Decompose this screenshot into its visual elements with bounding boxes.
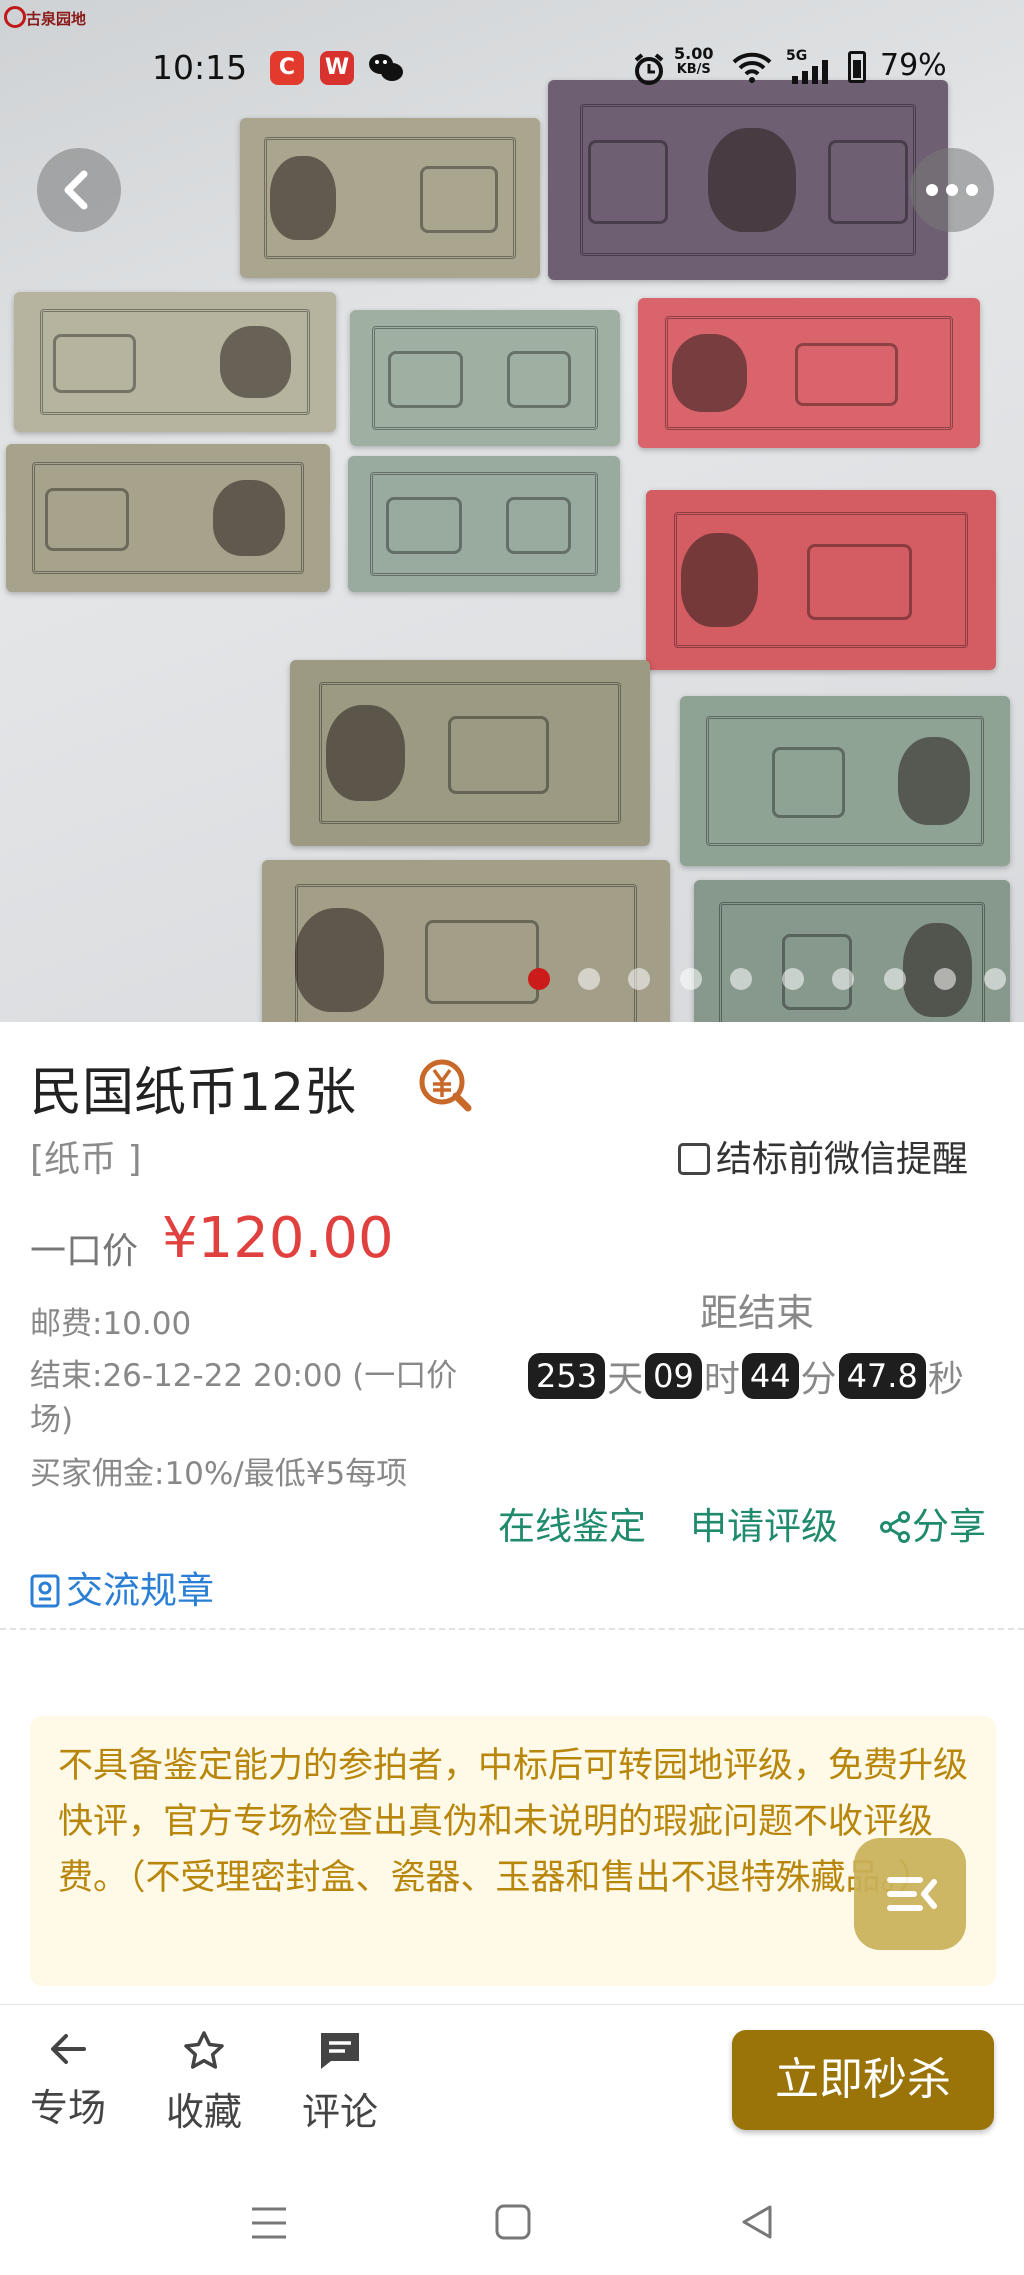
banknote-image (638, 298, 980, 448)
gallery-pagination (528, 968, 1008, 992)
notice-text: 不具备鉴定能力的参拍者，中标后可转园地评级，免费升级快评，官方专场检查出真伪和未… (58, 1746, 969, 1898)
shipping-fee: 邮费:10.00 (30, 1306, 192, 1342)
buyer-commission: 买家佣金:10%/最低¥5每项 (30, 1456, 408, 1492)
floating-menu-button[interactable] (854, 1838, 966, 1950)
status-time: 10:15 (152, 48, 248, 87)
battery-percent: 79% (880, 48, 947, 83)
share-icon (880, 1511, 910, 1543)
alarm-icon (632, 52, 666, 90)
more-button[interactable] (910, 148, 994, 232)
appraisal-search-icon[interactable] (418, 1058, 472, 1112)
comment-icon (321, 2033, 359, 2069)
network-speed: 5.00 KB/S (674, 46, 713, 78)
banknote-image (680, 696, 1010, 866)
more-dots-icon (926, 184, 978, 196)
item-category: [纸币 ] (30, 1139, 142, 1180)
pagination-dot[interactable] (578, 968, 600, 990)
checkbox-icon[interactable] (678, 1143, 710, 1175)
rules-label: 交流规章 (66, 1569, 214, 1612)
pagination-dot[interactable] (934, 968, 956, 990)
star-icon (184, 2031, 224, 2069)
menu-icon[interactable] (250, 2205, 288, 2241)
app-logo: 古泉园地 (4, 4, 100, 30)
pagination-dot[interactable] (832, 968, 854, 990)
hours-unit: 时 (703, 1359, 740, 1400)
online-appraisal-link[interactable]: 在线鉴定 (498, 1496, 646, 1550)
pagination-dot[interactable] (680, 968, 702, 990)
product-image-gallery[interactable] (0, 0, 1024, 1022)
pagination-dot[interactable] (782, 968, 804, 990)
banknote-image (240, 118, 540, 278)
favorite-label: 收藏 (165, 2090, 242, 2134)
share-button[interactable]: 分享 (878, 1496, 986, 1550)
pagination-dot[interactable] (628, 968, 650, 990)
banknote-image (350, 310, 620, 446)
countdown-seconds: 47.8 (838, 1353, 926, 1399)
banknote-image (290, 660, 650, 846)
back-nav-icon[interactable] (738, 2203, 776, 2241)
comment-label: 评论 (301, 2090, 378, 2134)
days-unit: 天 (607, 1359, 644, 1400)
remind-label: 结标前微信提醒 (716, 1139, 969, 1180)
signal-icon (790, 60, 834, 88)
banknote-image (646, 490, 996, 670)
logo-text: 古泉园地 (26, 10, 87, 28)
battery-icon (848, 51, 866, 83)
pagination-dot[interactable] (884, 968, 906, 990)
arrow-left-icon (51, 2034, 86, 2064)
seconds-unit: 秒 (927, 1359, 964, 1400)
apply-grading-link[interactable]: 申请评级 (690, 1496, 838, 1550)
end-time: 结束:26-12-22 20:00 (一口价 (30, 1358, 458, 1394)
wechat-icon (368, 52, 404, 88)
banknote-image (694, 880, 1010, 1022)
rules-icon (30, 1574, 60, 1608)
pagination-dot[interactable] (730, 968, 752, 990)
comment-tab[interactable]: 评论 (290, 2029, 390, 2136)
wechat-remind-checkbox[interactable]: 结标前微信提醒 (678, 1130, 968, 1182)
share-label: 分享 (912, 1505, 986, 1548)
collapse-menu-icon (887, 1877, 937, 1911)
status-bar: 10:15 C W 5.00 KB/S 5G 79% (0, 40, 1024, 100)
net-speed-unit: KB/S (676, 62, 711, 77)
section-divider (0, 1628, 1024, 1630)
pagination-dot[interactable] (984, 968, 1006, 990)
item-price: ¥120.00 (162, 1206, 394, 1271)
banknote-image (14, 292, 336, 432)
wifi-icon (732, 50, 772, 88)
end-time-cont: 场) (30, 1402, 74, 1438)
countdown-days: 253 (528, 1353, 606, 1399)
back-button[interactable] (37, 148, 121, 232)
minutes-unit: 分 (800, 1359, 837, 1400)
app-w-icon: W (320, 51, 354, 85)
countdown-hours: 09 (645, 1353, 702, 1399)
countdown-timer: 253 天 09 时 44 分 47.8 秒 (528, 1350, 966, 1400)
price-label: 一口价 (30, 1231, 139, 1272)
venue-label: 专场 (29, 2086, 106, 2130)
favorite-tab[interactable]: 收藏 (154, 2029, 254, 2136)
pagination-dot[interactable] (528, 968, 550, 990)
system-navigation-bar (0, 2175, 1024, 2275)
countdown-minutes: 44 (741, 1353, 799, 1399)
logo-icon (4, 6, 26, 28)
appraisal-notice: 不具备鉴定能力的参拍者，中标后可转园地评级，免费升级快评，官方专场检查出真伪和未… (30, 1716, 996, 1986)
venue-tab[interactable]: 专场 (18, 2029, 118, 2132)
banknote-image (548, 80, 948, 280)
banknote-image (262, 860, 670, 1022)
chevron-left-icon (64, 170, 88, 210)
item-title: 民国纸币12张 (30, 1063, 357, 1123)
banknote-image (348, 456, 620, 592)
banknote-image (6, 444, 330, 592)
net-speed-value: 5.00 (674, 44, 714, 63)
rules-link[interactable]: 交流规章 (30, 1560, 214, 1614)
countdown-label: 距结束 (700, 1291, 815, 1335)
app-c-icon: C (270, 51, 304, 85)
buy-now-button[interactable]: 立即秒杀 (732, 2030, 994, 2130)
home-icon[interactable] (494, 2203, 532, 2241)
